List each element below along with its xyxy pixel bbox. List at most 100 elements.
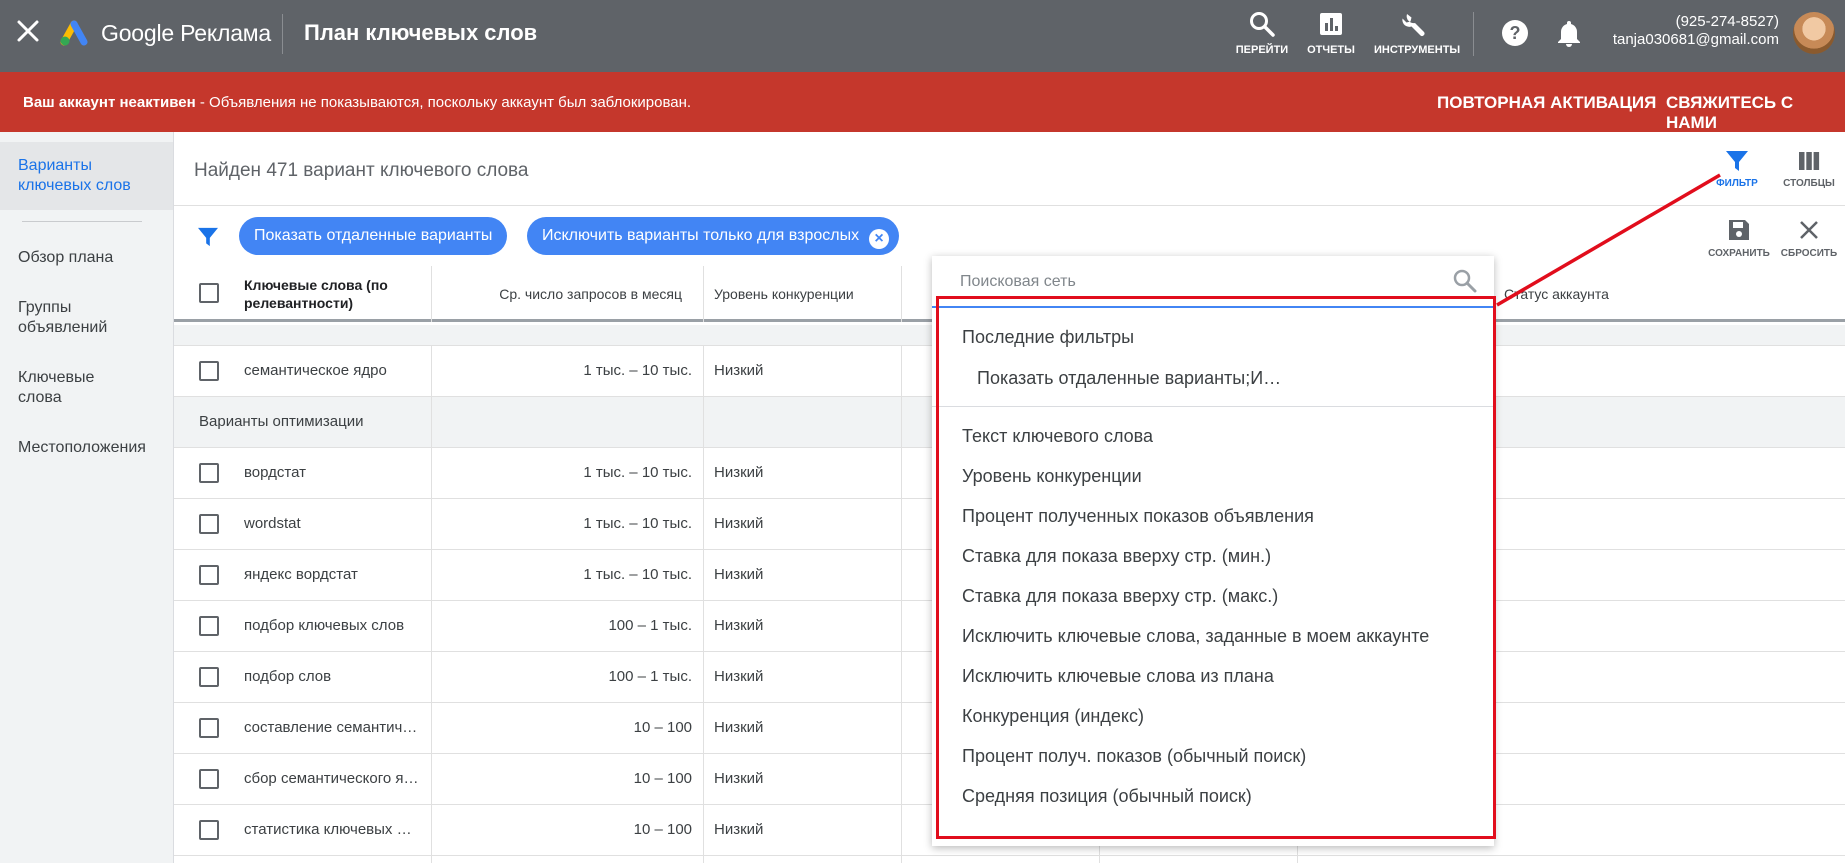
row-checkbox[interactable] [199,820,219,840]
volume-cell: 1 тыс. – 10 тыс. [583,464,692,481]
wrench-icon [1402,14,1425,36]
filter-option[interactable]: Процент получ. показов (обычный поиск) [962,746,1306,767]
volume-cell: 1 тыс. – 10 тыс. [583,566,692,583]
column-header-account-status[interactable]: Статус аккаунта [1504,266,1609,322]
help-icon[interactable]: ? [1500,18,1530,48]
contact-us-link[interactable]: СВЯЖИТЕСЬ С НАМИ [1666,93,1845,133]
close-icon [1800,221,1818,239]
filter-button[interactable]: ФИЛЬТР [1702,150,1772,189]
google-ads-logo-icon [60,20,88,46]
column-divider [703,266,704,322]
row-checkbox[interactable] [199,718,219,738]
tools-label: ИНСТРУМЕНТЫ [1374,44,1461,56]
sidebar-item-locations[interactable]: Местоположения [18,438,168,458]
row-checkbox[interactable] [199,361,219,381]
save-label: СОХРАНИТЬ [1708,248,1770,259]
top-bar: Google Реклама План ключевых слов ПЕРЕЙТ… [0,0,1845,72]
filter-option[interactable]: Текст ключевого слова [962,426,1153,447]
row-checkbox[interactable] [199,463,219,483]
columns-button[interactable]: СТОЛБЦЫ [1774,150,1844,189]
alert-message: Ваш аккаунт неактивен - Объявления не по… [23,94,691,111]
dropdown-divider [932,406,1494,407]
sidebar-divider [22,221,142,222]
filter-icon[interactable] [197,227,219,247]
volume-cell: 1 тыс. – 10 тыс. [583,515,692,532]
column-header-keyword[interactable]: Ключевые слова (по релевантности) [244,266,424,322]
competition-cell: Низкий [714,821,764,838]
filter-label: ФИЛЬТР [1716,178,1758,189]
filter-option[interactable]: Средняя позиция (обычный поиск) [962,786,1252,807]
chip-distant-variants[interactable]: Показать отдаленные варианты [239,217,508,255]
row-checkbox[interactable] [199,616,219,636]
filter-option[interactable]: Конкуренция (индекс) [962,706,1144,727]
recent-filters-title: Последние фильтры [962,327,1135,347]
page-title: План ключевых слов [304,20,538,45]
results-count: Найден 471 вариант ключевого слова [194,160,529,181]
sidebar-item-keyword-ideas[interactable]: Варианты ключевых слов [0,142,173,210]
group-label: Варианты оптимизации [199,413,364,430]
filter-dropdown: Последние фильтры Показать отдаленные ва… [932,256,1494,846]
reset-button[interactable]: СБРОСИТЬ [1774,218,1844,259]
account-email: tanja030681@gmail.com [1612,31,1779,48]
filter-option[interactable]: Процент полученных показов объявления [962,506,1314,527]
filter-option[interactable]: Исключить ключевые слова из плана [962,666,1274,687]
account-info[interactable]: (925-274-8527) tanja030681@gmail.com [1613,13,1779,49]
sidebar-item-plan-overview[interactable]: Обзор плана [18,248,168,268]
row-checkbox[interactable] [199,769,219,789]
column-header-volume[interactable]: Ср. число запросов в месяц [432,266,692,322]
column-divider [901,266,902,322]
tools-button[interactable]: ИНСТРУМЕНТЫ [1374,10,1461,56]
row-checkbox[interactable] [199,565,219,585]
filter-option[interactable]: Ставка для показа вверху стр. (мин.) [962,546,1271,567]
column-divider [901,346,902,863]
keyword-cell: яндекс вордстат [244,566,358,583]
filter-option[interactable]: Ставка для показа вверху стр. (макс.) [962,586,1278,607]
keyword-cell: составление семантич… [244,719,418,736]
divider [282,14,283,54]
alert-text: - Объявления не показываются, поскольку … [195,94,692,111]
keyword-cell: вордстат [244,464,306,481]
filter-option[interactable]: Исключить ключевые слова, заданные в мое… [962,626,1429,647]
filter-search-input[interactable] [960,270,1430,294]
columns-icon [1799,152,1820,170]
volume-cell: 10 – 100 [633,719,692,736]
competition-cell: Низкий [714,617,764,634]
recent-filter-item[interactable]: Показать отдаленные варианты;И… [977,368,1281,389]
chip-label: Исключить варианты только для взрослых [542,227,860,244]
columns-label: СТОЛБЦЫ [1783,178,1835,189]
reset-label: СБРОСИТЬ [1780,248,1838,259]
volume-cell: 1 тыс. – 10 тыс. [583,362,692,379]
keyword-cell: сбор семантического я… [244,770,419,787]
column-divider [703,346,704,863]
volume-cell: 100 – 1 тыс. [608,617,692,634]
reactivate-link[interactable]: ПОВТОРНАЯ АКТИВАЦИЯ [1437,93,1656,113]
keyword-cell: подбор слов [244,668,332,685]
select-all-checkbox[interactable] [199,283,219,303]
avatar[interactable] [1793,12,1835,54]
keyword-cell: wordstat [244,515,301,532]
filter-icon [1726,151,1748,171]
sidebar-item-keywords[interactable]: Ключевые слова [18,368,118,408]
reports-label: ОТЧЕТЫ [1307,44,1355,56]
keyword-cell: статистика ключевых … [244,821,412,838]
sidebar-item-ad-groups[interactable]: Группы объявлений [18,298,138,338]
notifications-bell-icon[interactable] [1555,18,1583,48]
search-icon[interactable] [1452,268,1478,294]
volume-cell: 100 – 1 тыс. [608,668,692,685]
chip-label: Показать отдаленные варианты [254,227,493,244]
volume-cell: 10 – 100 [633,770,692,787]
row-checkbox[interactable] [199,667,219,687]
go-button[interactable]: ПЕРЕЙТИ [1222,10,1302,56]
alert-title: Ваш аккаунт неактивен [23,94,196,111]
competition-cell: Низкий [714,464,764,481]
close-icon[interactable] [14,17,42,45]
row-checkbox[interactable] [199,514,219,534]
save-icon [1729,220,1749,240]
reports-button[interactable]: ОТЧЕТЫ [1291,10,1371,56]
save-button[interactable]: СОХРАНИТЬ [1704,218,1774,259]
column-header-competition[interactable]: Уровень конкуренции [714,266,854,322]
competition-cell: Низкий [714,668,764,685]
chip-remove-icon[interactable]: × [869,229,890,249]
chip-exclude-adult[interactable]: Исключить варианты только для взрослых × [527,217,900,255]
filter-option[interactable]: Уровень конкуренции [962,466,1142,487]
